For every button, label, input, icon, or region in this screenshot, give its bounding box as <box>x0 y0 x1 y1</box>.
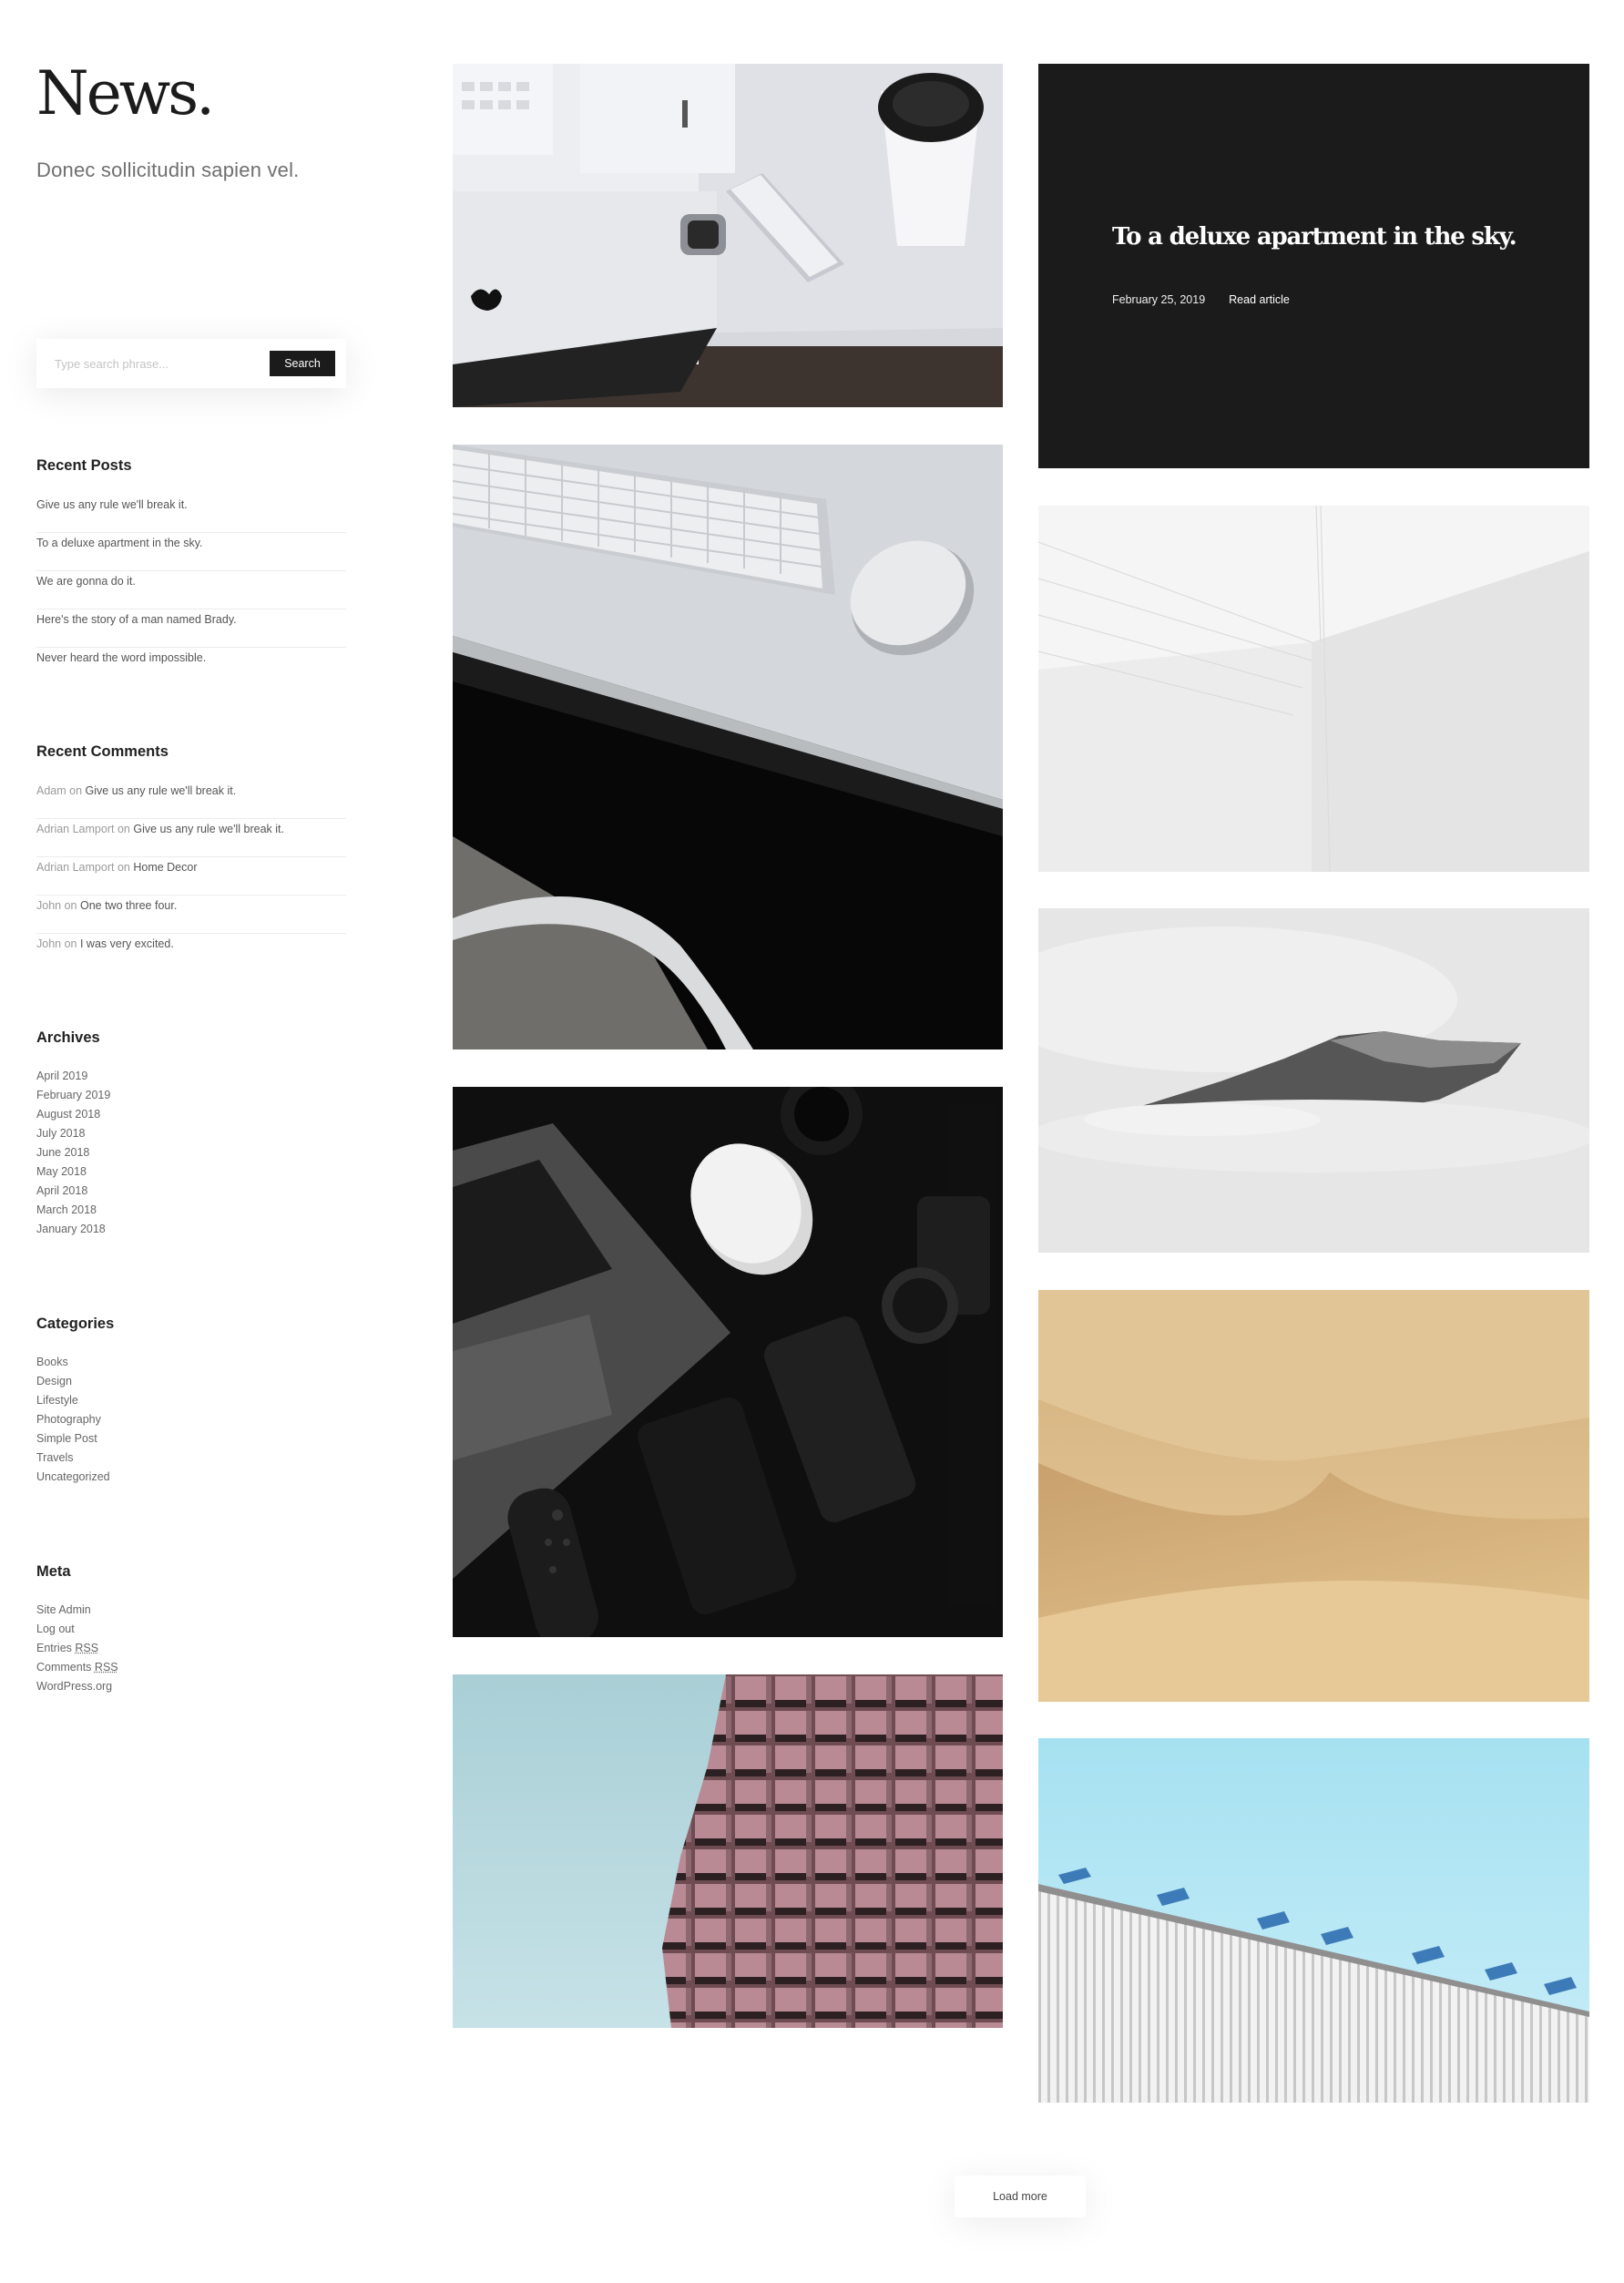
post-thumbnail-misty-mountain[interactable] <box>1038 908 1589 1253</box>
recent-post-link[interactable]: To a deluxe apartment in the sky. <box>36 533 346 571</box>
post-thumbnail-pink-building[interactable] <box>453 1674 1003 2028</box>
post-thumbnail-white-architecture[interactable] <box>1038 506 1589 872</box>
comment-author[interactable]: Adrian Lamport <box>36 823 114 835</box>
rss-abbr: RSS <box>75 1642 99 1654</box>
keyboard-photo-image <box>453 445 1003 1049</box>
recent-comment: Adrian Lamport on Give us any rule we'll… <box>36 819 346 857</box>
archive-link[interactable]: February 2019 <box>36 1086 346 1105</box>
archive-link[interactable]: March 2018 <box>36 1201 346 1220</box>
category-link[interactable]: Uncategorized <box>36 1468 346 1487</box>
recent-comments-widget: Recent Comments Adam on Give us any rule… <box>36 743 346 972</box>
comment-author[interactable]: Adam <box>36 784 66 797</box>
search-button[interactable]: Search <box>270 351 335 376</box>
widget-title: Categories <box>36 1316 115 1332</box>
post-thumbnail-keyboard-mouse[interactable] <box>453 445 1003 1049</box>
featured-post-meta: February 25, 2019 Read article <box>1112 293 1290 306</box>
recent-post-link[interactable]: Here's the story of a man named Brady. <box>36 609 346 648</box>
post-thumbnail-sand-dunes[interactable] <box>1038 1290 1589 1702</box>
comment-on-word: on <box>64 937 77 950</box>
category-link[interactable]: Design <box>36 1372 346 1391</box>
category-link[interactable]: Books <box>36 1353 346 1372</box>
archive-link[interactable]: May 2018 <box>36 1162 346 1182</box>
post-thumbnail-solar-fence[interactable] <box>1038 1738 1589 2103</box>
solar-photo-image <box>1038 1738 1589 2103</box>
recent-post-link[interactable]: Never heard the word impossible. <box>36 648 346 686</box>
category-link[interactable]: Lifestyle <box>36 1391 346 1410</box>
recent-posts-widget: Recent Posts Give us any rule we'll brea… <box>36 457 346 686</box>
comment-post-link[interactable]: Give us any rule we'll break it. <box>133 823 284 835</box>
site-title[interactable]: News. <box>36 64 346 124</box>
mountain-photo-image <box>1038 908 1589 1253</box>
comment-post-link[interactable]: Home Decor <box>133 861 197 874</box>
comment-on-word: on <box>117 861 130 874</box>
building-photo-image <box>453 1674 1003 2028</box>
recent-comment: John on I was very excited. <box>36 934 346 972</box>
comment-on-word: on <box>69 784 83 797</box>
comment-author[interactable]: John <box>36 899 61 912</box>
recent-comment: John on One two three four. <box>36 896 346 934</box>
comment-on-word: on <box>64 899 77 912</box>
comment-on-word: on <box>117 823 130 835</box>
archive-link[interactable]: July 2018 <box>36 1124 346 1143</box>
load-more-button[interactable]: Load more <box>955 2176 1086 2217</box>
category-link[interactable]: Photography <box>36 1410 346 1429</box>
sidebar: News. Donec sollicitudin sapien vel. Sea… <box>36 64 346 1693</box>
post-thumbnail-dark-flatlay[interactable] <box>453 1087 1003 1637</box>
architecture-photo-image <box>1038 506 1589 872</box>
archive-link[interactable]: August 2018 <box>36 1105 346 1124</box>
recent-post-link[interactable]: We are gonna do it. <box>36 571 346 609</box>
recent-comment: Adrian Lamport on Home Decor <box>36 857 346 896</box>
post-thumbnail-desk-white[interactable] <box>453 64 1003 407</box>
site-admin-link[interactable]: Site Admin <box>36 1601 346 1620</box>
dunes-photo-image <box>1038 1290 1589 1702</box>
flatlay-photo-image <box>453 1087 1003 1637</box>
search-input[interactable] <box>55 356 270 371</box>
comment-author[interactable]: Adrian Lamport <box>36 861 114 874</box>
category-link[interactable]: Travels <box>36 1449 346 1468</box>
log-out-link[interactable]: Log out <box>36 1620 346 1639</box>
comment-post-link[interactable]: One two three four. <box>80 899 177 912</box>
read-article-link[interactable]: Read article <box>1229 293 1290 306</box>
rss-abbr: RSS <box>94 1661 118 1674</box>
category-link[interactable]: Simple Post <box>36 1429 346 1449</box>
search-form: Search <box>36 339 346 388</box>
featured-post-title[interactable]: To a deluxe apartment in the sky. <box>1112 223 1517 251</box>
recent-comment: Adam on Give us any rule we'll break it. <box>36 781 346 819</box>
wordpress-link[interactable]: WordPress.org <box>36 1677 346 1696</box>
desk-photo-image <box>453 64 1003 407</box>
archive-link[interactable]: April 2019 <box>36 1067 346 1086</box>
comment-post-link[interactable]: Give us any rule we'll break it. <box>86 784 237 797</box>
comments-label: Comments <box>36 1661 92 1674</box>
widget-title: Recent Comments <box>36 743 169 760</box>
featured-post-card[interactable]: To a deluxe apartment in the sky. Februa… <box>1038 64 1589 468</box>
widget-title: Recent Posts <box>36 457 132 474</box>
comments-rss-link[interactable]: Comments RSS <box>36 1658 346 1677</box>
site-tagline: Donec sollicitudin sapien vel. <box>36 159 300 181</box>
widget-title: Archives <box>36 1029 100 1046</box>
meta-widget: Meta Site Admin Log out Entries RSS Comm… <box>36 1563 346 1696</box>
categories-widget: Categories Books Design Lifestyle Photog… <box>36 1316 346 1487</box>
archive-link[interactable]: June 2018 <box>36 1143 346 1162</box>
widget-title: Meta <box>36 1563 71 1580</box>
archive-link[interactable]: January 2018 <box>36 1220 346 1239</box>
archives-widget: Archives April 2019 February 2019 August… <box>36 1029 346 1239</box>
archive-link[interactable]: April 2018 <box>36 1182 346 1201</box>
comment-author[interactable]: John <box>36 937 61 950</box>
comment-post-link[interactable]: I was very excited. <box>80 937 174 950</box>
entries-rss-link[interactable]: Entries RSS <box>36 1639 346 1658</box>
entries-label: Entries <box>36 1642 72 1654</box>
featured-post-date: February 25, 2019 <box>1112 293 1206 306</box>
recent-post-link[interactable]: Give us any rule we'll break it. <box>36 495 346 533</box>
